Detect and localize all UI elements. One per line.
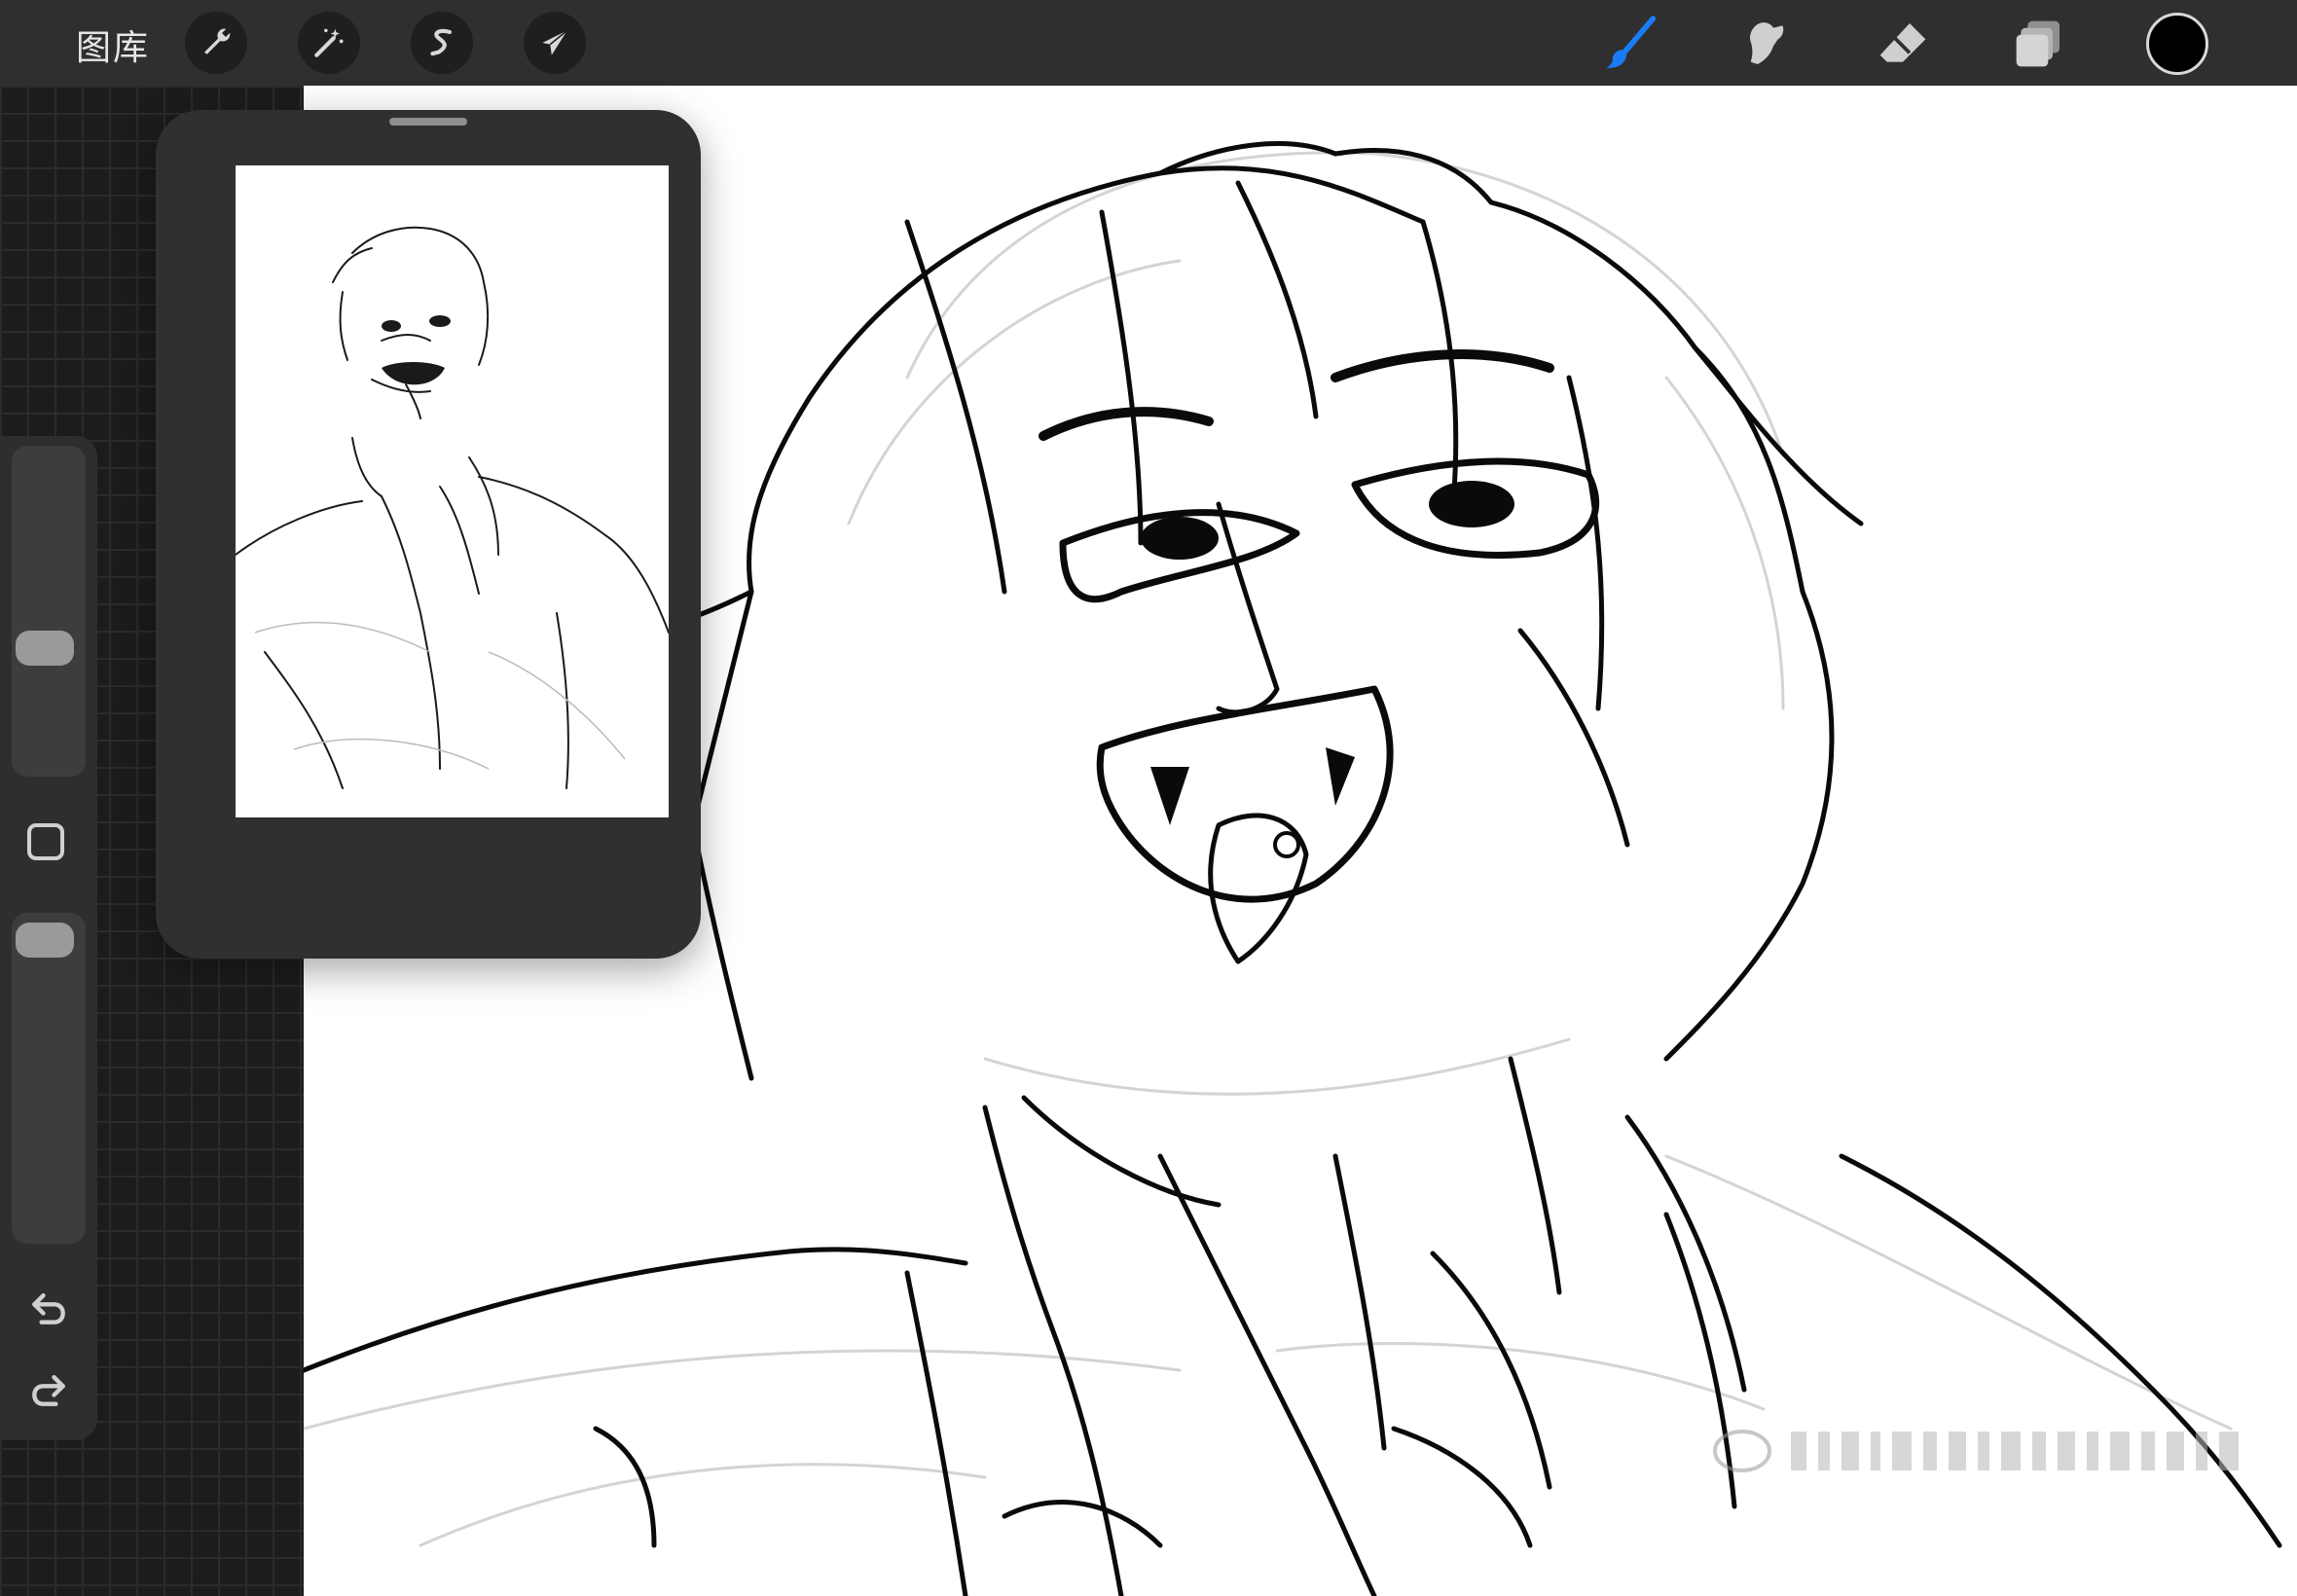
brush-size-slider-thumb[interactable] [16, 631, 74, 666]
layers-icon [2016, 20, 2060, 67]
color-picker-button[interactable] [2146, 13, 2208, 75]
watermark [1703, 1417, 2258, 1485]
opacity-slider-thumb[interactable] [16, 923, 74, 958]
redo-icon [32, 1374, 65, 1406]
actions-button[interactable] [185, 12, 247, 74]
undo-icon [32, 1292, 65, 1324]
eraser-icon [1879, 23, 1926, 62]
selection-s-icon [430, 28, 452, 56]
reference-drag-handle[interactable] [389, 118, 467, 126]
watermark-mark [1713, 1430, 2239, 1472]
brush-size-slider[interactable] [12, 446, 86, 777]
reference-image [236, 165, 669, 817]
modify-button[interactable] [27, 823, 64, 860]
magic-wand-icon [314, 28, 344, 57]
eraser-tool-button[interactable] [1873, 14, 1933, 74]
redo-button[interactable] [21, 1362, 76, 1417]
smudge-icon [1750, 22, 1784, 64]
left-sidebar [0, 436, 97, 1440]
top-toolbar: 图库 [0, 0, 2297, 86]
adjustments-button[interactable] [298, 12, 360, 74]
layers-tool-button[interactable] [2009, 14, 2069, 74]
gallery-button[interactable]: 图库 [76, 19, 150, 70]
transform-button[interactable] [524, 12, 586, 74]
smudge-tool-button[interactable] [1736, 14, 1797, 74]
selection-button[interactable] [411, 12, 473, 74]
opacity-slider[interactable] [12, 913, 86, 1244]
reference-window[interactable] [156, 110, 701, 959]
undo-button[interactable] [21, 1281, 76, 1335]
arrow-cursor-icon [542, 29, 568, 55]
reference-sketch [236, 226, 669, 789]
brush-tool-button[interactable] [1600, 14, 1660, 74]
brush-icon [1606, 16, 1657, 68]
wrench-icon [204, 28, 231, 54]
